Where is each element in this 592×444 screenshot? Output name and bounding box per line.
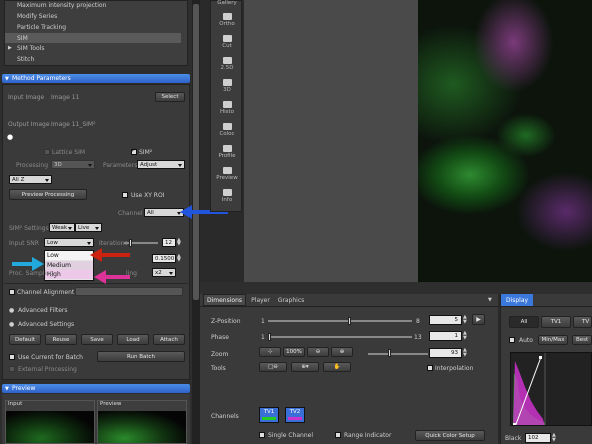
quick-color-setup-button[interactable]: Quick Color Setup [415, 430, 485, 441]
play-icon: ▶ [476, 316, 481, 323]
zoom-100-button[interactable]: 100% [283, 347, 305, 357]
pan-tool-button[interactable]: ✋ [323, 362, 351, 372]
phase-slider-thumb[interactable] [268, 333, 271, 341]
histogram-icon [222, 101, 232, 108]
spinner-icon[interactable]: ▲ ▼ [463, 331, 467, 341]
3d-icon [222, 79, 232, 86]
single-channel-checkbox[interactable] [259, 432, 265, 438]
zoom-out-button[interactable]: ⊖ [307, 347, 329, 357]
interpolation-checkbox[interactable] [427, 365, 433, 371]
profile-view-button[interactable]: Profile [213, 145, 241, 159]
preview-icon [222, 167, 232, 174]
auto-checkbox[interactable] [509, 337, 515, 343]
zoom-out-icon: ⊖ [315, 349, 321, 355]
channel-tv2-color [288, 417, 302, 420]
channel-tv1-button[interactable]: TV1 [259, 407, 279, 423]
play-button[interactable]: ▶ [472, 314, 485, 325]
zoom-tool-button[interactable]: ⊕▾ [291, 362, 319, 372]
z-position-slider[interactable] [268, 320, 412, 322]
histo-view-button[interactable]: Histo [213, 101, 241, 115]
phase-slider[interactable] [268, 336, 412, 338]
phase-max: 13 [414, 334, 422, 341]
phase-min: 1 [261, 334, 265, 341]
histogram-plot [513, 353, 546, 426]
ortho-view-button[interactable]: Ortho [213, 13, 241, 27]
zoom-in-button[interactable]: ⊕ [331, 347, 353, 357]
pink-arrow [94, 270, 130, 284]
profile-icon [222, 145, 232, 152]
range-indicator-checkbox[interactable] [335, 432, 341, 438]
curve-handle-low[interactable] [513, 423, 516, 426]
zoom-label: Zoom [211, 351, 229, 358]
spinner-icon[interactable]: ▲ ▼ [463, 315, 467, 325]
channels-label: Channels [211, 413, 239, 420]
z-position-field[interactable]: 5 [429, 315, 462, 325]
zoom-in-icon: ⊕ [339, 349, 345, 355]
red-arrow [90, 248, 130, 262]
panel-splitter[interactable] [200, 282, 592, 294]
histogram-curve-magenta [513, 361, 545, 425]
z-position-max: 8 [416, 318, 420, 325]
display-channel-all[interactable]: All [509, 316, 539, 328]
histogram[interactable] [510, 352, 592, 426]
panel-divider [200, 306, 498, 307]
tab-player[interactable]: Player [248, 294, 273, 306]
info-view-button[interactable]: Info [213, 189, 241, 203]
spinner-icon[interactable]: ▲ ▼ [552, 433, 556, 443]
channel-tv1-color [262, 417, 276, 420]
tab-display[interactable]: Display [501, 294, 533, 306]
spinner-icon[interactable]: ▲ ▼ [463, 348, 467, 358]
hand-icon: ✋ [333, 364, 341, 370]
gallery-view-button[interactable]: Gallery [213, 0, 241, 6]
single-channel-label: Single Channel [268, 432, 313, 439]
z-position-label: Z-Position [211, 318, 241, 325]
preview-view-button[interactable]: Preview [213, 167, 241, 181]
phase-label: Phase [211, 334, 229, 341]
cut-view-button[interactable]: Cut [213, 35, 241, 49]
black-label: Black [505, 435, 522, 442]
z-position-min: 1 [261, 318, 265, 325]
interpolation-label: Interpolation [435, 365, 474, 372]
curve-handle-high[interactable] [539, 356, 542, 359]
zoom-field[interactable]: 93 [429, 348, 462, 358]
selection-tool-button[interactable]: □⊖ [259, 362, 287, 372]
min-max-button[interactable]: Min/Max [538, 335, 568, 345]
microscopy-image[interactable] [418, 0, 592, 282]
display-divider [500, 306, 592, 307]
2-5d-view-button[interactable]: 2.5D [213, 57, 241, 71]
magnifier-icon: ⊕▾ [301, 364, 309, 370]
cut-icon [222, 35, 232, 42]
3d-view-button[interactable]: 3D [213, 79, 241, 93]
tab-dimensions[interactable]: Dimensions [203, 294, 246, 306]
zoom-slider[interactable] [368, 353, 428, 355]
2-5d-icon [222, 57, 232, 64]
coloc-view-button[interactable]: Coloc [213, 123, 241, 137]
fit-zoom-button[interactable]: ⊹ [259, 347, 281, 357]
channel-tv2-button[interactable]: TV2 [285, 407, 305, 423]
auto-label: Auto [519, 337, 533, 344]
info-icon [222, 189, 232, 196]
tools-label: Tools [211, 365, 226, 372]
z-position-slider-thumb[interactable] [348, 317, 351, 325]
fit-icon: ⊹ [267, 349, 273, 355]
cyan-arrow [12, 257, 44, 271]
tab-graphics[interactable]: Graphics [274, 294, 308, 306]
display-channel-tv1[interactable]: TV1 [541, 316, 571, 328]
black-value-field[interactable]: 102 [525, 433, 551, 443]
best-fit-button[interactable]: Best [572, 335, 592, 345]
colocalization-icon [222, 123, 232, 130]
phase-field[interactable]: 1 [429, 331, 462, 341]
zoom-slider-thumb[interactable] [388, 349, 391, 357]
ortho-icon [222, 13, 232, 20]
range-indicator-label: Range Indicator [344, 432, 392, 439]
panel-menu-icon[interactable]: ▼ [488, 297, 492, 303]
selection-icon: □⊖ [268, 364, 278, 370]
display-channel-tv2[interactable]: TV [573, 316, 592, 328]
